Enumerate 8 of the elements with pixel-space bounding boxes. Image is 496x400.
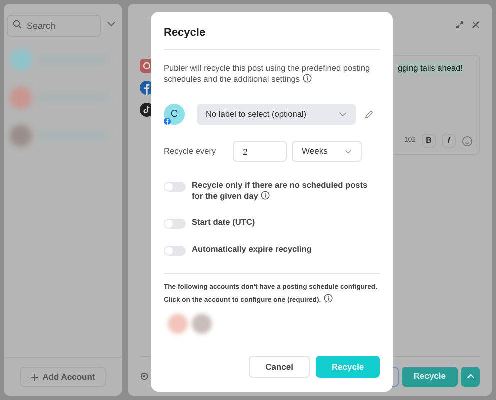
toggle-label: Start date (UTC) <box>192 217 256 228</box>
toggle-label: Automatically expire recycling <box>192 244 313 255</box>
account-avatar: C <box>164 104 185 125</box>
dialog-description: Publer will recycle this post using the predefined posting schedules and the additional settings <box>164 63 372 85</box>
interval-label: Recycle every <box>164 145 218 158</box>
toggle-label: Recycle only if there are no scheduled posts for the given day <box>192 180 369 202</box>
post-text: gging tails ahead! <box>398 62 463 74</box>
dialog-title: Recycle <box>164 26 206 40</box>
